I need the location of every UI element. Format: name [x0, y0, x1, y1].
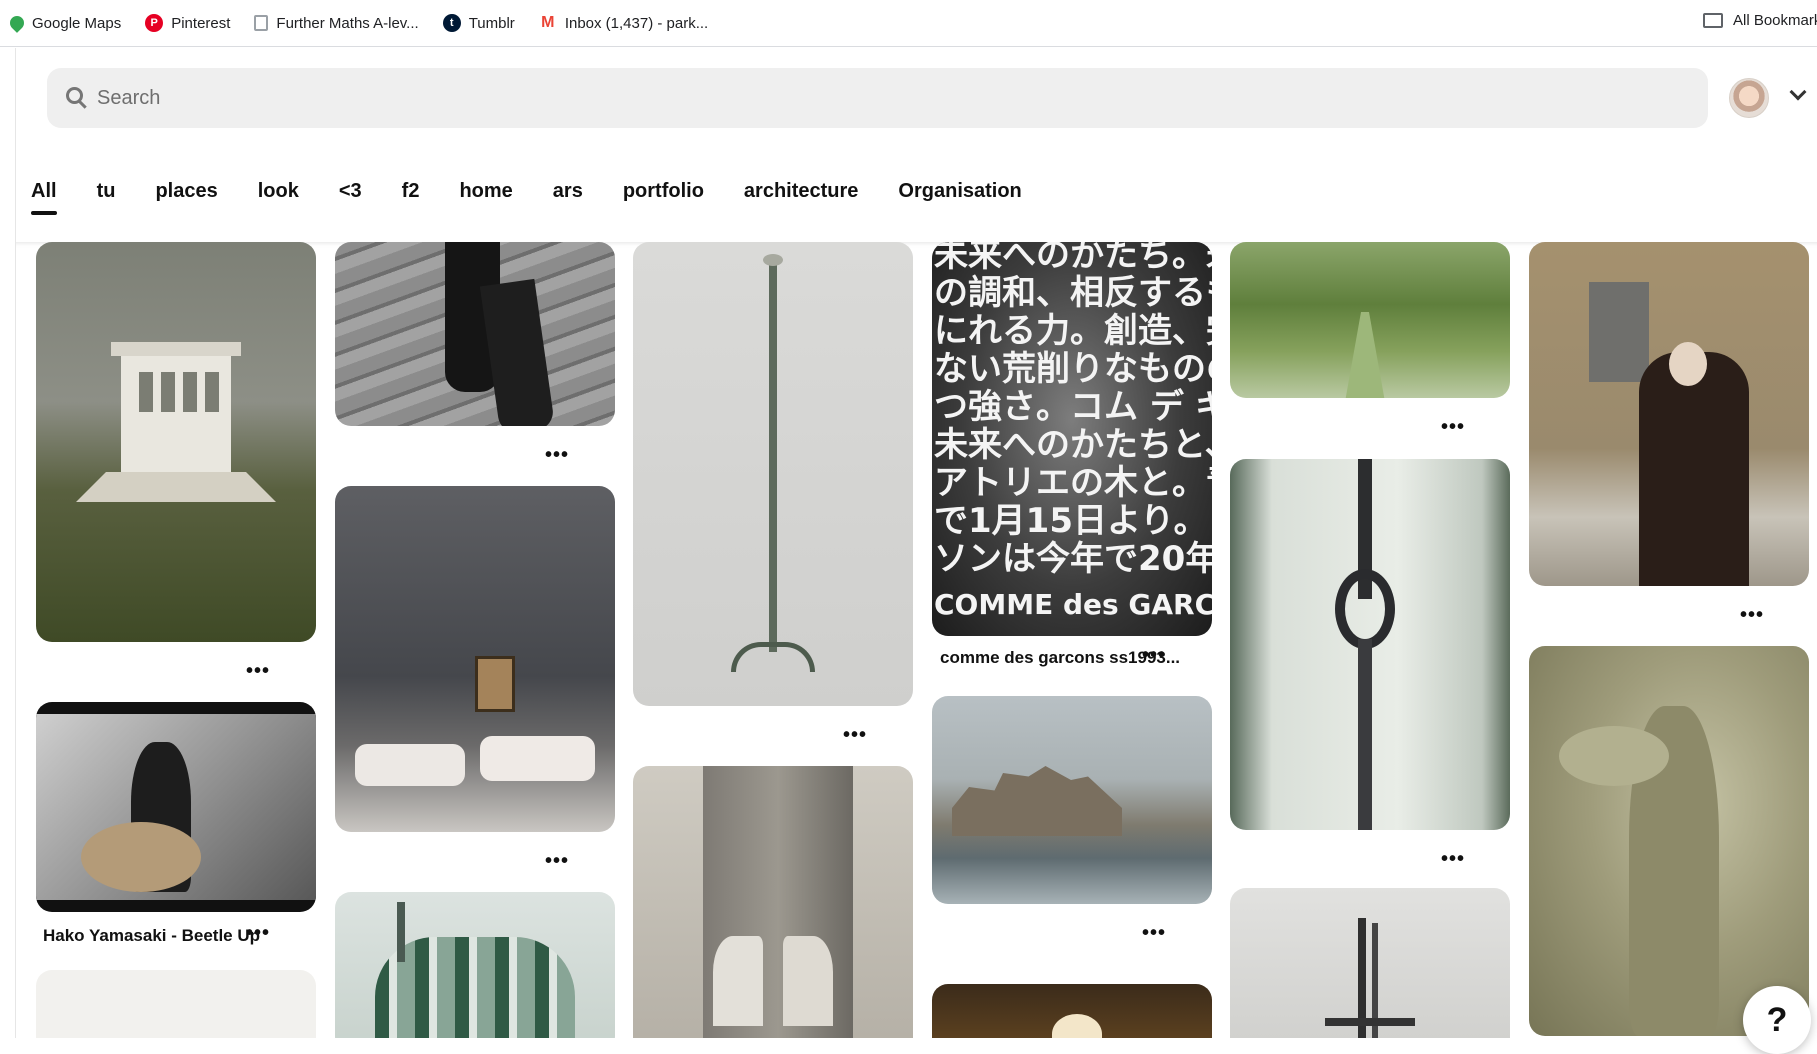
tab-heart[interactable]: <3 [339, 178, 362, 218]
pin-more-button[interactable]: ••• [1441, 849, 1465, 869]
bookmark-gmail[interactable]: M Inbox (1,437) - park... [539, 14, 708, 32]
bookmark-label: Google Maps [32, 14, 122, 32]
pin-white-house[interactable] [36, 242, 316, 642]
pin-lamp-interior[interactable] [932, 984, 1212, 1038]
pin-more-button[interactable]: ••• [246, 923, 270, 943]
pin-cdg-poster[interactable]: 未来へのかたち。未来と の調和、相反するものか にれる力。創造、完成されて ない… [932, 242, 1212, 636]
gmail-icon: M [541, 14, 555, 31]
map-pin-icon [7, 13, 27, 33]
pin-feed: ••• Hako Yamasaki - Beetle Up ••• ••• ••… [16, 242, 1817, 1038]
pin-green-arches[interactable] [335, 892, 615, 1038]
tab-organisation[interactable]: Organisation [898, 178, 1021, 218]
poster-text-line: ソンは今年で20年を迎え [934, 539, 1212, 579]
pin-more-button[interactable]: ••• [1142, 645, 1166, 665]
tab-look[interactable]: look [258, 178, 299, 218]
tab-ars[interactable]: ars [553, 178, 583, 218]
pin-more-button[interactable]: ••• [1740, 605, 1764, 625]
pin-more-button[interactable]: ••• [246, 661, 270, 681]
folder-icon [1703, 13, 1723, 28]
search-icon [66, 87, 83, 104]
pin-more-button[interactable]: ••• [1142, 923, 1166, 943]
pin-dark-bedroom[interactable] [335, 486, 615, 832]
pin-iron-handle[interactable] [1230, 459, 1510, 830]
chevron-down-icon[interactable] [1789, 83, 1807, 101]
pin-fur-coat[interactable] [1529, 242, 1809, 586]
bookmark-label: Further Maths A-lev... [276, 14, 419, 32]
pin-white-wall[interactable] [36, 970, 316, 1038]
pin-more-button[interactable]: ••• [843, 725, 867, 745]
all-bookmarks-label: All Bookmarks [1733, 12, 1817, 29]
tab-portfolio[interactable]: portfolio [623, 178, 704, 218]
bookmark-further-maths[interactable]: Further Maths A-lev... [254, 14, 419, 32]
document-icon [254, 15, 269, 31]
tumblr-icon: t [442, 14, 461, 32]
pin-bronze-stand[interactable] [633, 242, 913, 706]
search-bar[interactable] [47, 68, 1708, 128]
pin-more-button[interactable]: ••• [545, 851, 569, 871]
poster-text-line: COMME des GARCO [934, 588, 1212, 621]
pin-meadow-garden[interactable] [1230, 242, 1510, 398]
bookmark-tumblr[interactable]: t Tumblr [442, 14, 515, 32]
help-button[interactable]: ? [1743, 986, 1811, 1054]
pin-more-button[interactable]: ••• [1441, 417, 1465, 437]
pinterest-icon: P [145, 14, 164, 32]
all-bookmarks-button[interactable]: All Bookmarks [1703, 12, 1817, 29]
tab-tu[interactable]: tu [97, 178, 116, 218]
pinterest-app: All tu places look <3 f2 home ars portfo… [15, 48, 1817, 1054]
pin-black-boots[interactable] [335, 242, 615, 426]
bookmark-google-maps[interactable]: Google Maps [7, 13, 122, 33]
pin-guitar-portrait[interactable] [36, 702, 316, 912]
pin-caption[interactable]: Hako Yamasaki - Beetle Up [43, 926, 260, 946]
bookmark-label: Inbox (1,437) - park... [564, 14, 709, 32]
bookmark-pinterest[interactable]: P Pinterest [145, 14, 230, 32]
bookmark-label: Tumblr [468, 14, 515, 32]
pin-wooden-cross[interactable] [1230, 888, 1510, 1038]
pin-stone-monument[interactable] [633, 766, 913, 1038]
bookmarks-bar: Google Maps P Pinterest Further Maths A-… [0, 0, 1817, 47]
board-tabs: All tu places look <3 f2 home ars portfo… [31, 178, 1062, 228]
pin-coastal-ruin[interactable] [932, 696, 1212, 904]
pin-more-button[interactable]: ••• [545, 445, 569, 465]
tab-architecture[interactable]: architecture [744, 178, 859, 218]
tab-f2[interactable]: f2 [402, 178, 420, 218]
bookmark-label: Pinterest [171, 14, 231, 32]
tab-home[interactable]: home [459, 178, 512, 218]
avatar[interactable] [1729, 78, 1769, 118]
tab-all[interactable]: All [31, 178, 57, 218]
pin-tree-etching[interactable] [1529, 646, 1809, 1036]
tab-places[interactable]: places [155, 178, 217, 218]
search-input[interactable] [97, 78, 1677, 118]
